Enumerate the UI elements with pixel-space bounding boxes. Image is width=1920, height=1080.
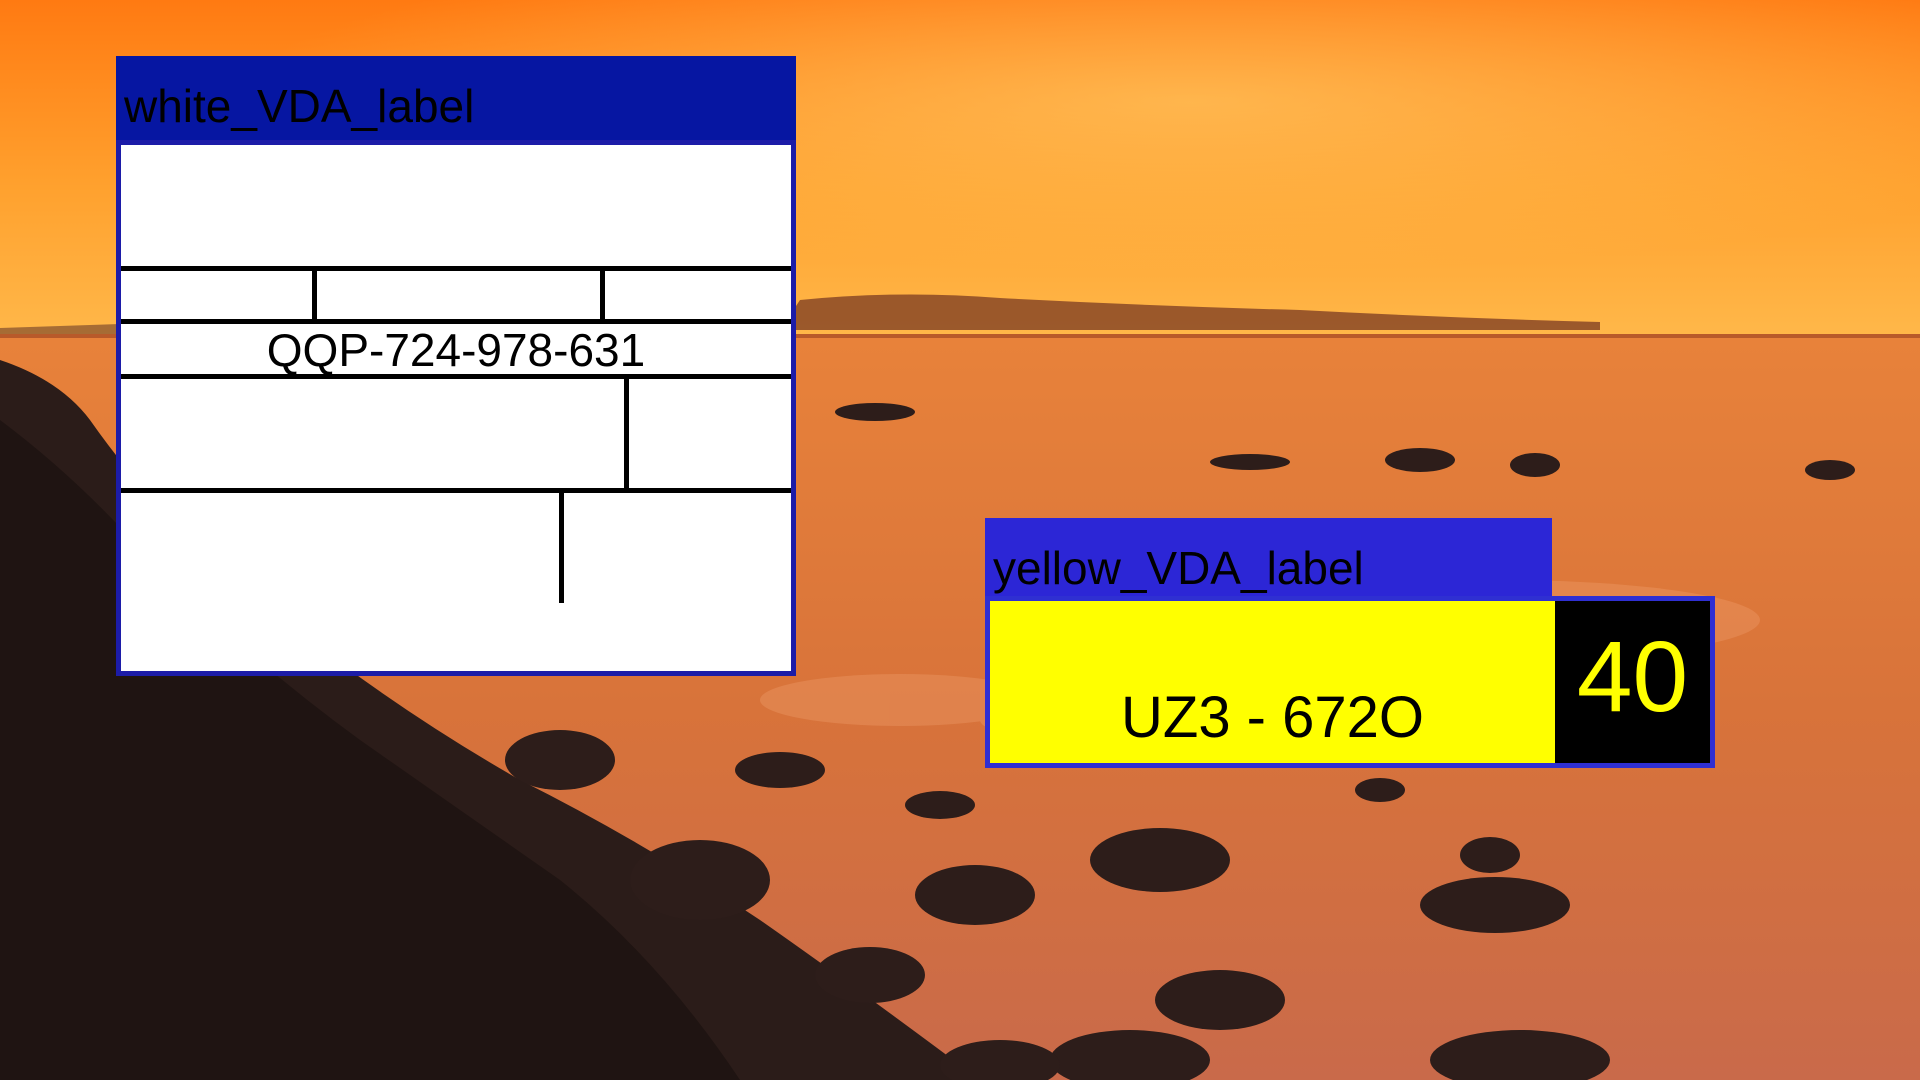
yellow-vda-label-body: UZ3 - 672O 40 [985,596,1715,768]
plate-area: UZ3 - 672O [990,601,1555,763]
grid-line [121,488,791,493]
plate-number: 40 [1576,621,1689,733]
grid-line [559,488,564,603]
white-vda-label: white_VDA_label QQP-724-978-631 [116,56,796,676]
yellow-vda-label-header: yellow_VDA_label [985,518,1552,600]
grid-line [121,266,791,271]
grid-line [624,374,629,493]
white-vda-label-header: white_VDA_label [116,56,796,141]
white-vda-label-body: QQP-724-978-631 [116,140,796,676]
vda-code-text: QQP-724-978-631 [266,324,646,376]
grid-line [312,266,317,324]
grid-line [600,266,605,324]
white-vda-label-grid [121,145,791,671]
number-area: 40 [1555,601,1710,763]
plate-text: UZ3 - 672O [1121,685,1424,750]
yellow-vda-label: yellow_VDA_label UZ3 - 672O 40 [985,518,1715,768]
